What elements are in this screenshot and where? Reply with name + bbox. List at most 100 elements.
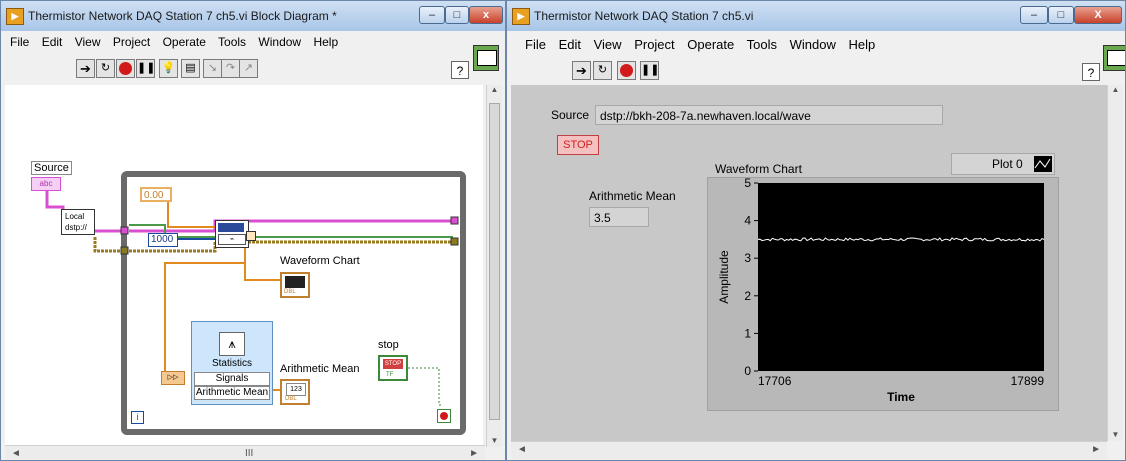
bd-source-terminal[interactable]: abc: [31, 177, 61, 191]
run-continuously-icon[interactable]: ↻: [593, 61, 612, 80]
bd-close-button[interactable]: x: [469, 6, 503, 24]
step-into-icon[interactable]: ↘: [203, 59, 222, 78]
highlight-execution-icon[interactable]: 💡: [159, 59, 178, 78]
fp-maximize-button[interactable]: □: [1048, 6, 1074, 24]
bd-stop-terminal[interactable]: STOP TF: [378, 355, 408, 381]
bd-scroll-down-icon[interactable]: ▼: [487, 436, 502, 445]
fp-scroll-down-icon[interactable]: ▼: [1108, 430, 1123, 439]
fp-horizontal-scrollbar[interactable]: ◄ ►: [511, 441, 1107, 459]
step-out-icon[interactable]: ↗: [239, 59, 258, 78]
bd-minimize-button[interactable]: –: [419, 6, 445, 24]
bd-horizontal-scrollbar[interactable]: ◄ III ►: [5, 445, 485, 460]
run-continuously-icon[interactable]: ↻: [96, 59, 115, 78]
labview-app-icon: ▶: [6, 8, 24, 25]
fp-menu-operate[interactable]: Operate: [687, 37, 734, 52]
fp-help-button[interactable]: ?: [1082, 63, 1100, 81]
y-tick-label: 3: [744, 251, 751, 265]
labview-app-icon: ▶: [512, 8, 530, 25]
pause-icon[interactable]: ❚❚: [136, 59, 155, 78]
x-axis-label: Time: [887, 390, 915, 404]
bd-timeout-constant-text: 1000: [151, 234, 174, 245]
fp-menu-view[interactable]: View: [594, 37, 622, 52]
arith-indicator-text: 123: [286, 383, 306, 396]
fp-window-title: Thermistor Network DAQ Station 7 ch5.vi: [534, 9, 754, 23]
fp-menu-file[interactable]: File: [525, 37, 546, 52]
statistics-express-vi[interactable]: ⩚ Statistics Signals Arithmetic Mean: [191, 321, 273, 405]
run-arrow-icon[interactable]: ➔: [76, 59, 95, 78]
block-diagram-canvas[interactable]: Source abc Local dstp:// 0.00 1000 ⌁ Wav…: [5, 85, 483, 445]
bd-scroll-right-icon[interactable]: ►: [469, 448, 479, 459]
bd-vi-icon[interactable]: [473, 45, 499, 71]
fp-titlebar[interactable]: ▶ Thermistor Network DAQ Station 7 ch5.v…: [507, 1, 1125, 31]
fp-close-button[interactable]: X: [1074, 6, 1122, 24]
fp-menu-edit[interactable]: Edit: [559, 37, 581, 52]
fp-source-label: Source: [551, 108, 590, 122]
y-axis-label: Amplitude: [717, 250, 731, 304]
y-tick-label: 1: [744, 326, 751, 340]
bd-vertical-scrollbar[interactable]: ▲ ▼: [486, 85, 502, 447]
fp-vertical-scrollbar[interactable]: ▲ ▼: [1107, 85, 1123, 441]
bd-waveform-chart-terminal[interactable]: DBL: [280, 272, 310, 298]
bd-help-button[interactable]: ?: [451, 61, 469, 79]
abort-icon[interactable]: [116, 59, 135, 78]
bd-timeout-constant[interactable]: 1000: [148, 233, 178, 247]
abort-icon[interactable]: [617, 61, 636, 80]
bd-signal-terminal: ▷▷: [161, 371, 185, 385]
bd-local-node[interactable]: Local dstp://: [61, 209, 95, 235]
bd-source-terminal-text: abc: [39, 179, 53, 188]
bd-menu-help[interactable]: Help: [313, 35, 338, 49]
bd-hscroll-grip[interactable]: III: [245, 448, 253, 459]
chart-terminal-icon: [285, 276, 305, 288]
retain-wire-values-icon[interactable]: ▤: [181, 59, 200, 78]
datasocket-read-node[interactable]: ⌁: [215, 220, 249, 248]
fp-arith-mean-indicator: 3.5: [589, 207, 649, 227]
fp-scroll-up-icon[interactable]: ▲: [1108, 85, 1123, 94]
bd-scroll-up-icon[interactable]: ▲: [487, 85, 502, 94]
chart-plot-area: [758, 183, 1044, 371]
bd-menu-tools[interactable]: Tools: [218, 35, 246, 49]
bd-menu-window[interactable]: Window: [258, 35, 301, 49]
fp-menu-help[interactable]: Help: [849, 37, 876, 52]
bd-maximize-button[interactable]: □: [445, 6, 469, 24]
run-arrow-icon[interactable]: ➔: [572, 61, 591, 80]
bd-titlebar[interactable]: ▶ Thermistor Network DAQ Station 7 ch5.v…: [1, 1, 505, 31]
fp-menu-project[interactable]: Project: [634, 37, 674, 52]
fp-menu-window[interactable]: Window: [790, 37, 836, 52]
bd-waveform-chart-label: Waveform Chart: [280, 255, 360, 267]
block-diagram-window: ▶ Thermistor Network DAQ Station 7 ch5.v…: [0, 0, 506, 461]
arith-indicator-dbl: DBL: [285, 396, 297, 402]
fp-scroll-left-icon[interactable]: ◄: [517, 444, 527, 455]
step-over-icon[interactable]: ↷: [221, 59, 240, 78]
loop-condition-icon[interactable]: [437, 409, 451, 423]
front-panel-window: ▶ Thermistor Network DAQ Station 7 ch5.v…: [506, 0, 1126, 461]
statistics-signals-input[interactable]: Signals: [194, 372, 270, 386]
bd-menu-file[interactable]: File: [10, 35, 29, 49]
bd-vscroll-thumb[interactable]: [489, 103, 500, 420]
waveform-chart[interactable]: 0 1 2 3 4 5 17706 17899 Time Amplitude: [707, 176, 1059, 411]
bd-menu-edit[interactable]: Edit: [42, 35, 63, 49]
fp-minimize-button[interactable]: –: [1020, 6, 1048, 24]
fp-stop-button[interactable]: STOP: [557, 135, 599, 155]
bd-menu-operate[interactable]: Operate: [163, 35, 206, 49]
bd-numeric-constant[interactable]: 0.00: [140, 187, 172, 202]
loop-iteration-terminal[interactable]: i: [131, 411, 144, 424]
bd-arith-mean-indicator[interactable]: 123 DBL: [280, 379, 310, 405]
fp-scroll-right-icon[interactable]: ►: [1091, 444, 1101, 455]
bd-menu-project[interactable]: Project: [113, 35, 150, 49]
fp-vi-icon[interactable]: [1103, 45, 1125, 71]
bd-window-title: Thermistor Network DAQ Station 7 ch5.vi …: [28, 9, 337, 23]
fp-menu-tools[interactable]: Tools: [747, 37, 777, 52]
pause-icon[interactable]: ❚❚: [640, 61, 659, 80]
fp-stop-button-label: STOP: [563, 139, 593, 151]
bd-local-label: Local: [65, 212, 85, 221]
bd-toolbar: ➔ ↻ ❚❚ 💡 ▤ ↘ ↷ ↗ ?: [1, 59, 505, 83]
statistics-arith-output[interactable]: Arithmetic Mean: [194, 386, 270, 400]
plot-line-style-icon[interactable]: [1034, 156, 1052, 172]
fp-source-field[interactable]: dstp://bkh-208-7a.newhaven.local/wave: [595, 105, 943, 125]
fp-toolbar: ➔ ↻ ❚❚ ?: [507, 61, 1125, 85]
stop-terminal-tf: TF: [386, 372, 394, 378]
chart-legend[interactable]: Plot 0: [951, 153, 1055, 175]
bd-scroll-left-icon[interactable]: ◄: [11, 448, 21, 459]
bd-menu-view[interactable]: View: [75, 35, 101, 49]
x-tick-label: 17899: [1011, 374, 1045, 388]
